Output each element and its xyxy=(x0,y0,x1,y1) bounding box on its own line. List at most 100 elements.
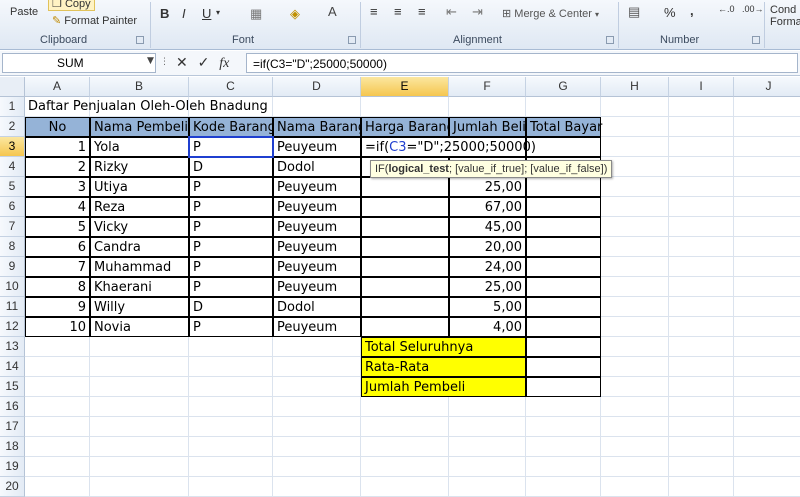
grid-cell[interactable] xyxy=(669,237,734,257)
table-cell-total[interactable] xyxy=(526,197,601,217)
row-header-9[interactable]: 9 xyxy=(0,257,25,277)
italic-button[interactable]: I xyxy=(182,6,186,21)
table-cell-jumlah[interactable]: 20,00 xyxy=(449,237,526,257)
table-cell-jumlah[interactable]: 5,00 xyxy=(449,297,526,317)
summary-label[interactable]: Total Seluruhnya xyxy=(361,337,526,357)
grid-cell[interactable] xyxy=(25,417,90,437)
row-header-17[interactable]: 17 xyxy=(0,417,25,437)
table-cell-nama[interactable]: Willy xyxy=(90,297,189,317)
table-cell-nama[interactable]: Novia xyxy=(90,317,189,337)
table-cell-nama[interactable]: Utiya xyxy=(90,177,189,197)
grid-cell[interactable] xyxy=(189,457,273,477)
table-cell-jumlah[interactable]: 25,00 xyxy=(449,177,526,197)
column-header-j[interactable]: J xyxy=(734,77,800,97)
grid-cell[interactable] xyxy=(669,177,734,197)
grid-cell[interactable] xyxy=(734,177,800,197)
table-cell-kode[interactable]: P xyxy=(189,237,273,257)
grid-cell[interactable] xyxy=(449,437,526,457)
grid-cell[interactable] xyxy=(669,437,734,457)
grid-cell[interactable] xyxy=(734,457,800,477)
table-cell-barang[interactable]: Peuyeum xyxy=(273,237,361,257)
increase-indent-icon[interactable]: ⇥ xyxy=(472,4,483,20)
grid-cell[interactable] xyxy=(601,117,669,137)
grid-cell[interactable] xyxy=(734,197,800,217)
grid-cell[interactable] xyxy=(669,157,734,177)
grid-cell[interactable] xyxy=(273,477,361,497)
table-cell-total[interactable] xyxy=(526,257,601,277)
table-cell-jumlah[interactable]: 25,00 xyxy=(449,277,526,297)
row-header-7[interactable]: 7 xyxy=(0,217,25,237)
row-header-10[interactable]: 10 xyxy=(0,277,25,297)
table-cell-no[interactable]: 8 xyxy=(25,277,90,297)
table-cell-jumlah[interactable]: 67,00 xyxy=(449,197,526,217)
font-launcher-icon[interactable] xyxy=(348,36,356,44)
row-header-2[interactable]: 2 xyxy=(0,117,25,137)
underline-dropdown-icon[interactable]: ▾ xyxy=(216,8,220,17)
column-header-a[interactable]: A xyxy=(25,77,90,97)
summary-label[interactable]: Rata-Rata xyxy=(361,357,526,377)
table-cell-harga[interactable] xyxy=(361,237,449,257)
table-cell-no[interactable]: 9 xyxy=(25,297,90,317)
table-cell-total[interactable] xyxy=(526,177,601,197)
summary-label[interactable]: Jumlah Pembeli xyxy=(361,377,526,397)
table-cell-nama[interactable]: Muhammad xyxy=(90,257,189,277)
grid-cell[interactable] xyxy=(25,377,90,397)
grid-cell[interactable] xyxy=(526,97,601,117)
column-header-d[interactable]: D xyxy=(273,77,361,97)
table-header-cell[interactable]: Kode Barang xyxy=(189,117,276,137)
copy-button[interactable]: ❐ Copy xyxy=(48,0,95,11)
table-cell-jumlah[interactable]: 45,00 xyxy=(449,217,526,237)
grid-cell[interactable] xyxy=(734,337,800,357)
grid-cell[interactable] xyxy=(449,97,526,117)
grid-cell[interactable] xyxy=(189,437,273,457)
grid-cell[interactable] xyxy=(25,437,90,457)
grid-cell[interactable] xyxy=(90,357,189,377)
underline-button[interactable]: U xyxy=(202,6,211,21)
table-cell-jumlah[interactable]: 24,00 xyxy=(449,257,526,277)
grid-cell[interactable] xyxy=(273,357,361,377)
grid-cell[interactable] xyxy=(734,257,800,277)
increase-decimal-icon[interactable]: ←.0 xyxy=(718,4,735,14)
row-header-4[interactable]: 4 xyxy=(0,157,25,177)
grid-cell[interactable] xyxy=(669,97,734,117)
grid-cell[interactable] xyxy=(90,477,189,497)
comma-button[interactable]: , xyxy=(690,3,694,18)
summary-value[interactable] xyxy=(526,337,601,357)
grid-cell[interactable] xyxy=(449,477,526,497)
table-cell-no[interactable]: 1 xyxy=(25,137,90,157)
grid-cell[interactable] xyxy=(361,457,449,477)
table-header-cell[interactable]: No xyxy=(25,117,90,137)
grid-cell[interactable] xyxy=(669,357,734,377)
table-cell-barang[interactable]: Peuyeum xyxy=(273,277,361,297)
row-header-18[interactable]: 18 xyxy=(0,437,25,457)
grid-cell[interactable] xyxy=(669,197,734,217)
grid-cell[interactable] xyxy=(734,477,800,497)
grid-cell[interactable] xyxy=(669,277,734,297)
table-cell-jumlah[interactable]: 4,00 xyxy=(449,317,526,337)
grid-cell[interactable] xyxy=(669,217,734,237)
grid-cell[interactable] xyxy=(25,477,90,497)
row-header-8[interactable]: 8 xyxy=(0,237,25,257)
table-cell-total[interactable] xyxy=(526,277,601,297)
grid-cell[interactable] xyxy=(601,357,669,377)
table-cell-no[interactable]: 7 xyxy=(25,257,90,277)
table-cell-kode[interactable]: D xyxy=(189,157,273,177)
grid-cell[interactable] xyxy=(734,277,800,297)
grid-cell[interactable] xyxy=(734,237,800,257)
grid-cell[interactable] xyxy=(189,397,273,417)
table-cell-no[interactable]: 10 xyxy=(25,317,90,337)
grip-icon[interactable]: ⋮ xyxy=(160,57,169,67)
grid-cell[interactable] xyxy=(25,457,90,477)
column-header-f[interactable]: F xyxy=(449,77,526,97)
grid-cell[interactable] xyxy=(669,417,734,437)
grid-cell[interactable] xyxy=(601,177,669,197)
paste-button[interactable]: Paste xyxy=(10,6,38,18)
table-cell-nama[interactable]: Candra xyxy=(90,237,189,257)
table-cell-kode[interactable]: P xyxy=(189,257,273,277)
table-cell-kode[interactable]: D xyxy=(189,297,273,317)
decrease-decimal-icon[interactable]: .00→ xyxy=(742,4,764,14)
table-cell-kode[interactable]: P xyxy=(189,177,273,197)
grid-cell[interactable] xyxy=(189,477,273,497)
grid-cell[interactable] xyxy=(601,377,669,397)
column-header-b[interactable]: B xyxy=(90,77,189,97)
